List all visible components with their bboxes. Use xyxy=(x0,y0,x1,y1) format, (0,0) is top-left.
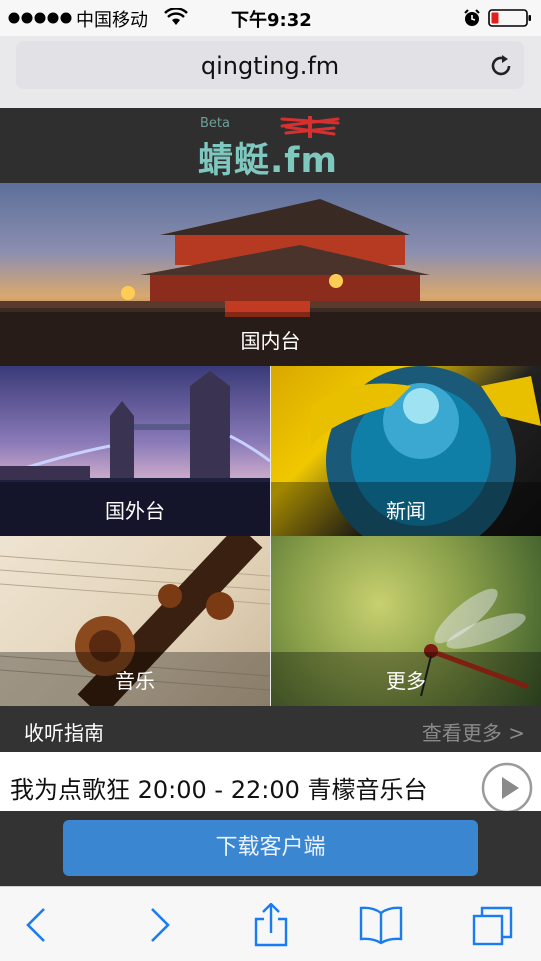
tile-label: 音乐 xyxy=(115,669,155,693)
logo-text: 蜻蜓.fm xyxy=(198,141,338,181)
logo[interactable]: Beta 蜻蜓.fm xyxy=(198,114,344,181)
back-icon[interactable] xyxy=(16,903,60,947)
url-text: qingting.fm xyxy=(200,52,340,80)
carrier-label: 中国移动 xyxy=(76,10,148,31)
tile-music[interactable]: 音乐 xyxy=(0,536,270,706)
tile-foreign[interactable]: 国外台 xyxy=(0,366,270,536)
tile-label: 新闻 xyxy=(386,499,426,523)
now-playing-row[interactable]: 我为点歌狂 20:00 - 22:00 青檬音乐台 xyxy=(0,752,541,811)
view-more-link[interactable]: 查看更多 > xyxy=(422,717,525,746)
tile-news[interactable]: 新闻 xyxy=(271,366,541,536)
share-icon[interactable] xyxy=(249,903,293,947)
signal-icon xyxy=(8,12,72,24)
tabs-icon[interactable] xyxy=(471,903,515,947)
address-bar[interactable]: qingting.fm xyxy=(16,41,524,89)
battery-icon xyxy=(488,9,531,27)
download-client-button[interactable]: 下载客户端 xyxy=(63,820,478,876)
tile-more[interactable]: 更多 xyxy=(271,536,541,706)
guide-title: 收听指南 xyxy=(24,721,104,745)
listening-guide-bar: 收听指南 查看更多 > xyxy=(0,706,541,752)
alarm-icon xyxy=(464,9,480,26)
bookmarks-icon[interactable] xyxy=(359,903,403,947)
tile-label: 国内台 xyxy=(240,329,301,353)
tile-domestic[interactable]: 国内台 xyxy=(0,183,541,366)
clock-time: 下午9:32 xyxy=(231,10,312,31)
site-header: Beta 蜻蜓.fm xyxy=(0,108,541,183)
play-button-icon[interactable] xyxy=(481,762,533,814)
forward-icon[interactable] xyxy=(136,903,180,947)
tile-label: 更多 xyxy=(386,669,426,693)
beta-tag: Beta xyxy=(200,116,230,131)
reload-icon[interactable] xyxy=(488,53,514,79)
program-info: 我为点歌狂 20:00 - 22:00 青檬音乐台 xyxy=(10,776,428,804)
tile-label: 国外台 xyxy=(105,499,165,523)
status-bar: 中国移动 下午9:32 xyxy=(0,0,541,36)
wifi-icon xyxy=(164,8,188,25)
browser-toolbar xyxy=(0,886,541,961)
